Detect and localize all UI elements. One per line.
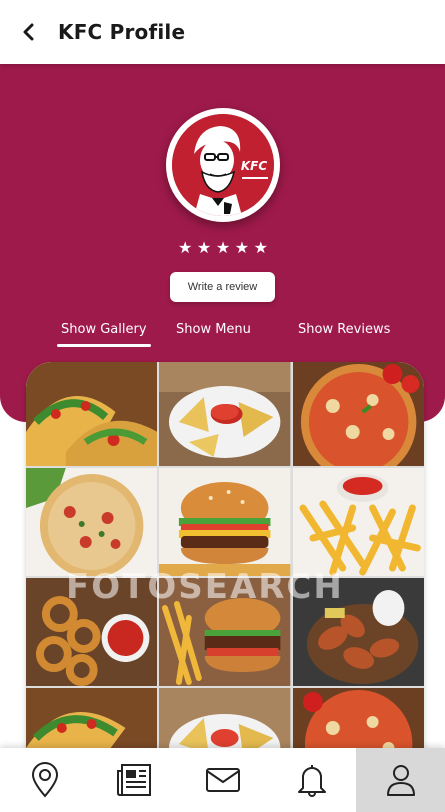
food-collage (26, 362, 424, 752)
kfc-logo-icon: KFC (172, 114, 274, 216)
star-icon: ★ (215, 240, 231, 257)
user-icon (386, 765, 415, 796)
star-icon: ★ (234, 240, 250, 257)
rating-stars: ★ ★ ★ ★ ★ (178, 240, 268, 258)
bell-icon (297, 765, 326, 797)
tab-show-menu[interactable]: Show Menu (176, 322, 251, 337)
news-icon (116, 764, 151, 796)
gallery-pizza-3 (292, 688, 424, 752)
top-app-bar: KFC Profile (0, 0, 445, 64)
nav-location[interactable] (0, 748, 89, 812)
bottom-navigation (0, 748, 445, 812)
location-pin-icon (31, 762, 58, 798)
mail-icon (205, 768, 240, 792)
gallery-tacos (26, 362, 158, 466)
watermark-text: FOTOSEARCH (66, 567, 344, 607)
food-gallery-image[interactable]: FOTOSEARCH (26, 362, 424, 752)
restaurant-logo: KFC (166, 108, 280, 222)
write-review-button[interactable]: Write a review (170, 272, 275, 302)
star-icon: ★ (196, 240, 212, 257)
nav-notifications[interactable] (267, 748, 356, 812)
tab-show-reviews[interactable]: Show Reviews (298, 322, 390, 337)
gallery-burger (159, 468, 291, 576)
nav-profile[interactable] (356, 748, 445, 812)
star-icon: ★ (178, 240, 193, 257)
profile-tabs: Show Gallery Show Menu Show Reviews (0, 322, 445, 350)
gallery-nachos-2 (159, 688, 291, 752)
gallery-pizza-2 (26, 468, 158, 576)
gallery-fries (292, 468, 424, 576)
nav-messages[interactable] (178, 748, 267, 812)
back-arrow-icon[interactable] (16, 20, 40, 44)
gallery-nachos (159, 362, 291, 466)
gallery-pizza (292, 362, 424, 466)
nav-news[interactable] (89, 748, 178, 812)
gallery-tacos-2 (26, 688, 158, 752)
star-icon: ★ (253, 240, 268, 257)
page-title: KFC Profile (58, 20, 186, 44)
tab-show-gallery[interactable]: Show Gallery (57, 322, 151, 347)
svg-text:KFC: KFC (241, 159, 267, 173)
